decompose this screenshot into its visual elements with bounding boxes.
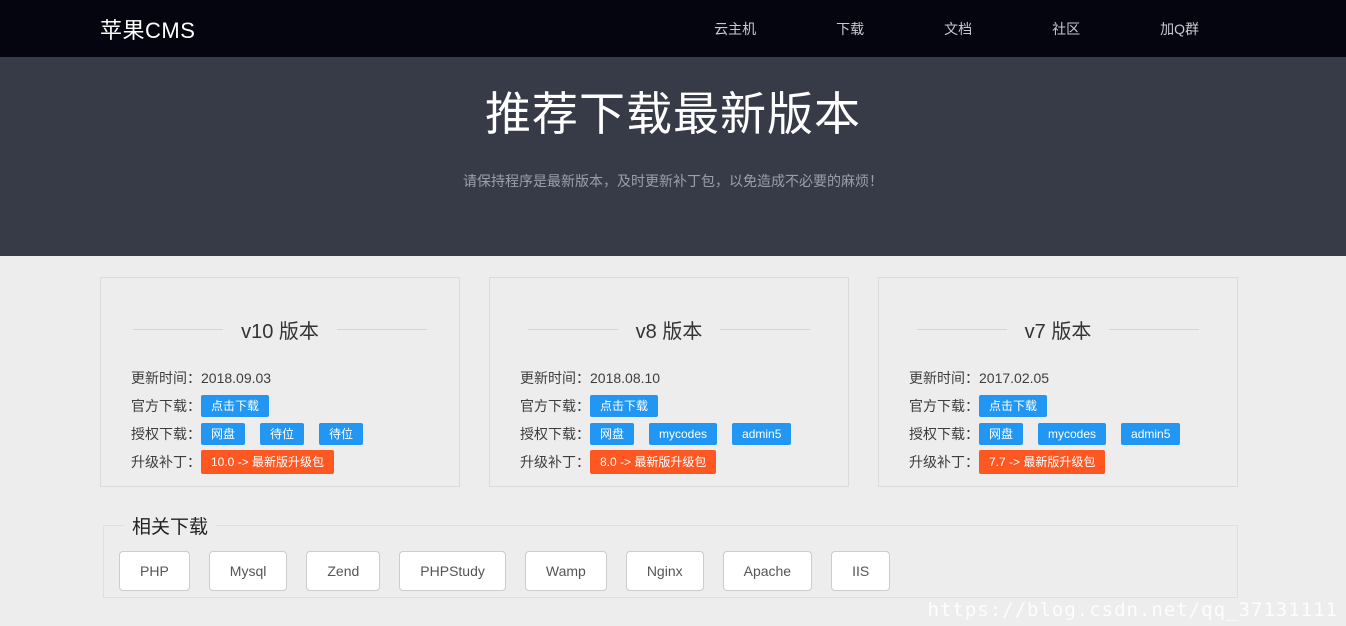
version-cards: v10 版本 更新时间： 2018.09.03 官方下载： 点击下载 授权下载：…	[0, 256, 1346, 487]
card-title-row: v7 版本	[879, 315, 1237, 344]
auth-download-button-mycodes[interactable]: mycodes	[649, 423, 717, 445]
hero-subtitle: 请保持程序是最新版本，及时更新补丁包，以免造成不必要的麻烦！	[0, 171, 1346, 191]
top-navbar: 苹果CMS 云主机 下载 文档 社区 加Q群	[0, 0, 1346, 57]
card-body: 更新时间： 2018.09.03 官方下载： 点击下载 授权下载： 网盘 待位 …	[131, 364, 459, 476]
patch-download-button[interactable]: 7.7 -> 最新版升级包	[979, 450, 1105, 474]
version-title: v7 版本	[1025, 315, 1092, 344]
related-downloads-title: 相关下载	[124, 512, 216, 539]
card-title-row: v8 版本	[490, 315, 848, 344]
related-download-php[interactable]: PHP	[119, 551, 190, 591]
update-time-label: 更新时间：	[909, 368, 979, 388]
patch-label: 升级补丁：	[131, 452, 201, 472]
auth-download-button-netdisk[interactable]: 网盘	[201, 423, 245, 445]
nav-link-download[interactable]: 下载	[836, 19, 864, 39]
update-time-label: 更新时间：	[520, 368, 590, 388]
version-card-v10: v10 版本 更新时间： 2018.09.03 官方下载： 点击下载 授权下载：…	[100, 277, 460, 487]
official-download-row: 官方下载： 点击下载	[909, 392, 1237, 420]
official-download-button[interactable]: 点击下载	[590, 395, 658, 417]
patch-label: 升级补丁：	[520, 452, 590, 472]
official-download-button[interactable]: 点击下载	[979, 395, 1047, 417]
official-download-row: 官方下载： 点击下载	[520, 392, 848, 420]
patch-download-button[interactable]: 10.0 -> 最新版升级包	[201, 450, 334, 474]
divider-line	[133, 329, 223, 330]
related-download-apache[interactable]: Apache	[723, 551, 812, 591]
official-download-button[interactable]: 点击下载	[201, 395, 269, 417]
divider-line	[720, 329, 810, 330]
divider-line	[337, 329, 427, 330]
update-time-value: 2017.02.05	[979, 370, 1049, 386]
auth-download-row: 授权下载： 网盘 mycodes admin5	[520, 420, 848, 448]
patch-download-button[interactable]: 8.0 -> 最新版升级包	[590, 450, 716, 474]
related-download-phpstudy[interactable]: PHPStudy	[399, 551, 506, 591]
nav-link-community[interactable]: 社区	[1052, 19, 1080, 39]
auth-download-button-2[interactable]: 待位	[260, 423, 304, 445]
card-body: 更新时间： 2017.02.05 官方下载： 点击下载 授权下载： 网盘 myc…	[909, 364, 1237, 476]
watermark-url: https://blog.csdn.net/qq_37131111	[928, 599, 1339, 621]
auth-download-button-admin5[interactable]: admin5	[732, 423, 791, 445]
official-download-row: 官方下载： 点击下载	[131, 392, 459, 420]
auth-download-button-3[interactable]: 待位	[319, 423, 363, 445]
auth-download-button-netdisk[interactable]: 网盘	[590, 423, 634, 445]
version-card-v8: v8 版本 更新时间： 2018.08.10 官方下载： 点击下载 授权下载： …	[489, 277, 849, 487]
related-download-buttons: PHP Mysql Zend PHPStudy Wamp Nginx Apach…	[119, 551, 1237, 591]
version-title: v10 版本	[241, 315, 319, 344]
auth-download-row: 授权下载： 网盘 待位 待位	[131, 420, 459, 448]
patch-row: 升级补丁： 8.0 -> 最新版升级包	[520, 448, 848, 476]
official-download-label: 官方下载：	[909, 396, 979, 416]
official-download-label: 官方下载：	[520, 396, 590, 416]
hero-title: 推荐下载最新版本	[0, 85, 1346, 143]
patch-label: 升级补丁：	[909, 452, 979, 472]
update-time-row: 更新时间： 2018.09.03	[131, 364, 459, 392]
version-title: v8 版本	[636, 315, 703, 344]
main-nav: 云主机 下载 文档 社区 加Q群	[714, 19, 1199, 39]
main-content: v10 版本 更新时间： 2018.09.03 官方下载： 点击下载 授权下载：…	[0, 256, 1346, 626]
auth-download-label: 授权下载：	[520, 424, 590, 444]
card-body: 更新时间： 2018.08.10 官方下载： 点击下载 授权下载： 网盘 myc…	[520, 364, 848, 476]
hero-banner: 推荐下载最新版本 请保持程序是最新版本，及时更新补丁包，以免造成不必要的麻烦！	[0, 57, 1346, 256]
update-time-row: 更新时间： 2017.02.05	[909, 364, 1237, 392]
related-download-mysql[interactable]: Mysql	[209, 551, 288, 591]
nav-link-cloud-host[interactable]: 云主机	[714, 19, 756, 39]
nav-link-docs[interactable]: 文档	[944, 19, 972, 39]
update-time-value: 2018.09.03	[201, 370, 271, 386]
patch-row: 升级补丁： 10.0 -> 最新版升级包	[131, 448, 459, 476]
related-download-wamp[interactable]: Wamp	[525, 551, 607, 591]
update-time-value: 2018.08.10	[590, 370, 660, 386]
version-card-v7: v7 版本 更新时间： 2017.02.05 官方下载： 点击下载 授权下载： …	[878, 277, 1238, 487]
auth-download-label: 授权下载：	[909, 424, 979, 444]
divider-line	[917, 329, 1007, 330]
auth-download-button-netdisk[interactable]: 网盘	[979, 423, 1023, 445]
official-download-label: 官方下载：	[131, 396, 201, 416]
auth-download-row: 授权下载： 网盘 mycodes admin5	[909, 420, 1237, 448]
related-download-zend[interactable]: Zend	[306, 551, 380, 591]
update-time-row: 更新时间： 2018.08.10	[520, 364, 848, 392]
auth-download-button-admin5[interactable]: admin5	[1121, 423, 1180, 445]
divider-line	[528, 329, 618, 330]
update-time-label: 更新时间：	[131, 368, 201, 388]
card-title-row: v10 版本	[101, 315, 459, 344]
related-download-iis[interactable]: IIS	[831, 551, 890, 591]
nav-link-qq-group[interactable]: 加Q群	[1160, 19, 1199, 39]
brand-logo[interactable]: 苹果CMS	[100, 13, 195, 45]
related-downloads-panel: 相关下载 PHP Mysql Zend PHPStudy Wamp Nginx …	[103, 512, 1238, 598]
patch-row: 升级补丁： 7.7 -> 最新版升级包	[909, 448, 1237, 476]
auth-download-button-mycodes[interactable]: mycodes	[1038, 423, 1106, 445]
related-download-nginx[interactable]: Nginx	[626, 551, 704, 591]
divider-line	[1109, 329, 1199, 330]
auth-download-label: 授权下载：	[131, 424, 201, 444]
